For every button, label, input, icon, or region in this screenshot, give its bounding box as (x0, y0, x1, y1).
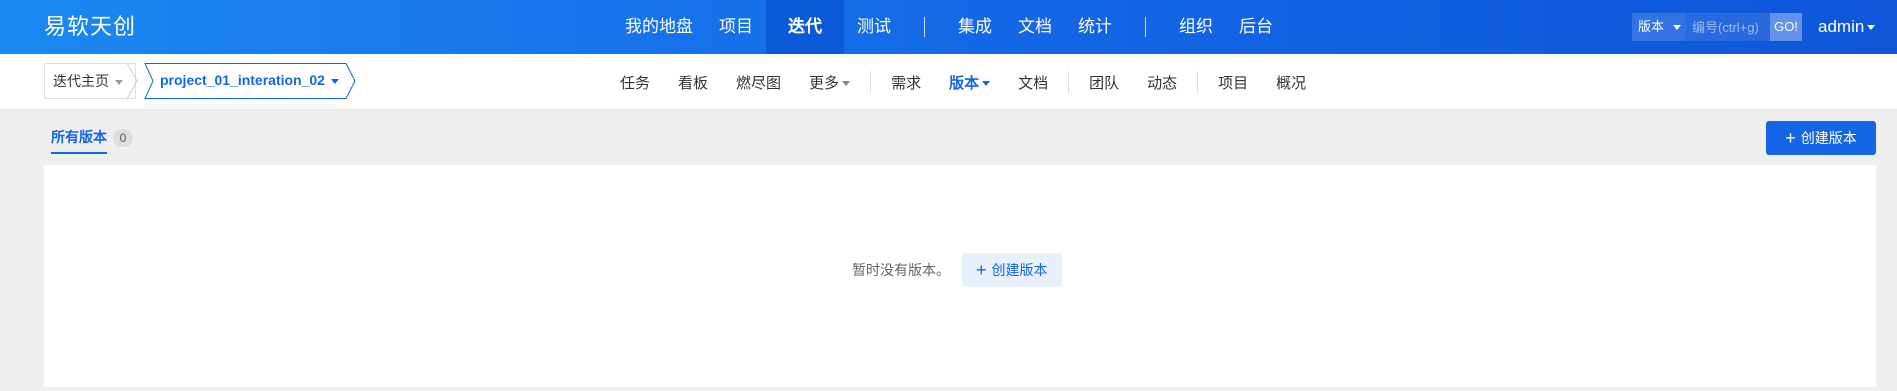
search-group: 版本 GO! (1632, 13, 1802, 41)
nav-item-my-dashboard[interactable]: 我的地盘 (612, 0, 706, 54)
nav-item-iteration[interactable]: 迭代 (766, 0, 844, 54)
nav-item-admin[interactable]: 后台 (1226, 0, 1286, 54)
empty-state: 暂时没有版本。 + 创建版本 (852, 253, 1062, 287)
sub-header: 迭代主页 project_01_interation_02 任务 看板 燃尽图 … (0, 54, 1897, 110)
breadcrumb-label: 迭代主页 (53, 73, 109, 89)
create-build-label: 创建版本 (1800, 130, 1857, 146)
nav-divider (1145, 17, 1146, 37)
breadcrumb-label: project_01_interation_02 (160, 72, 325, 88)
build-tabs: 所有版本 0 (51, 126, 133, 154)
nav-item-organization[interactable]: 组织 (1166, 0, 1226, 54)
chevron-down-icon (115, 79, 123, 85)
user-name: admin (1818, 17, 1865, 36)
subnav-item-burndown[interactable]: 燃尽图 (722, 72, 795, 93)
user-menu[interactable]: admin (1818, 0, 1876, 54)
search-type-select[interactable]: 版本 (1632, 13, 1686, 41)
subnav-item-team[interactable]: 团队 (1075, 72, 1133, 93)
subnav-divider (870, 71, 872, 93)
empty-create-build-label: 创建版本 (991, 262, 1048, 278)
nav-item-integration[interactable]: 集成 (945, 0, 1005, 54)
nav-item-doc[interactable]: 文档 (1005, 0, 1065, 54)
breadcrumb-iteration-home[interactable]: 迭代主页 (44, 63, 136, 99)
empty-create-build-button[interactable]: + 创建版本 (962, 253, 1062, 287)
empty-state-text: 暂时没有版本。 (852, 262, 950, 278)
create-build-button[interactable]: + 创建版本 (1766, 121, 1876, 155)
subnav-divider (1068, 71, 1070, 93)
chevron-down-icon (1867, 25, 1876, 31)
chevron-down-icon (982, 81, 991, 87)
subnav-label: 更多 (809, 74, 840, 92)
subnav-label: 版本 (949, 74, 980, 92)
subnav-item-doc[interactable]: 文档 (1004, 72, 1062, 93)
nav-item-test[interactable]: 测试 (844, 0, 904, 54)
plus-icon: + (976, 260, 987, 280)
subnav-item-overview[interactable]: 概况 (1262, 72, 1320, 93)
top-header: 易软天创 我的地盘 项目 迭代 测试 集成 文档 统计 组织 后台 版本 GO!… (0, 0, 1897, 54)
nav-item-project[interactable]: 项目 (706, 0, 766, 54)
subnav-item-kanban[interactable]: 看板 (664, 72, 722, 93)
sub-nav: 任务 看板 燃尽图 更多 需求 版本 文档 团队 动态 项目 概况 (606, 54, 1320, 110)
chevron-down-icon (842, 81, 851, 87)
chevron-down-icon (330, 78, 339, 84)
subnav-item-project[interactable]: 项目 (1204, 72, 1262, 93)
breadcrumb-separator-icon (126, 63, 138, 99)
app-logo[interactable]: 易软天创 (44, 0, 136, 54)
subnav-item-build[interactable]: 版本 (935, 72, 1004, 93)
chevron-down-icon (1673, 25, 1681, 30)
subnav-item-story[interactable]: 需求 (877, 72, 935, 93)
subnav-divider (1197, 71, 1199, 93)
breadcrumb-project[interactable]: project_01_interation_02 (146, 63, 353, 99)
search-input[interactable] (1686, 13, 1770, 41)
plus-icon: + (1785, 128, 1796, 148)
subnav-item-more[interactable]: 更多 (795, 72, 864, 93)
search-type-label: 版本 (1638, 19, 1665, 34)
tab-all-builds[interactable]: 所有版本 (51, 127, 107, 154)
main-nav: 我的地盘 项目 迭代 测试 集成 文档 统计 组织 后台 (612, 0, 1286, 54)
nav-divider (924, 17, 925, 37)
tab-count-badge: 0 (113, 128, 133, 147)
subnav-item-dynamic[interactable]: 动态 (1133, 72, 1191, 93)
search-go-button[interactable]: GO! (1770, 13, 1802, 41)
nav-item-statistics[interactable]: 统计 (1065, 0, 1125, 54)
subnav-item-task[interactable]: 任务 (606, 72, 664, 93)
